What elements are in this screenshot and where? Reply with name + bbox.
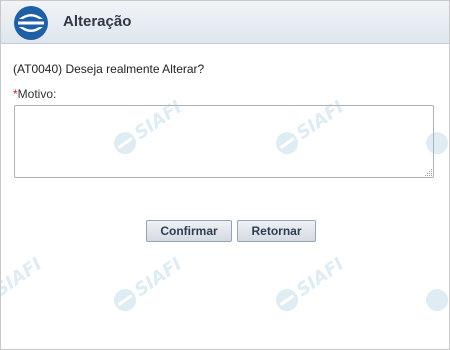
dialog-window: SIAFI SIAFI SIAFI SIAFI SIAFI Alteração … — [0, 0, 450, 350]
resize-grip-icon[interactable] — [425, 169, 433, 177]
dialog-body: (AT0040) Deseja realmente Alterar? *Moti… — [1, 44, 449, 349]
motivo-textarea[interactable] — [14, 105, 434, 178]
confirm-button[interactable]: Confirmar — [146, 220, 232, 242]
siafi-logo-icon — [14, 6, 48, 40]
confirmation-question: (AT0040) Deseja realmente Alterar? — [13, 62, 205, 76]
motivo-label: *Motivo: — [13, 87, 56, 101]
dialog-header: Alteração — [1, 1, 449, 44]
dialog-title: Alteração — [63, 13, 132, 30]
motivo-label-text: Motivo: — [17, 87, 57, 101]
return-button[interactable]: Retornar — [237, 220, 316, 242]
